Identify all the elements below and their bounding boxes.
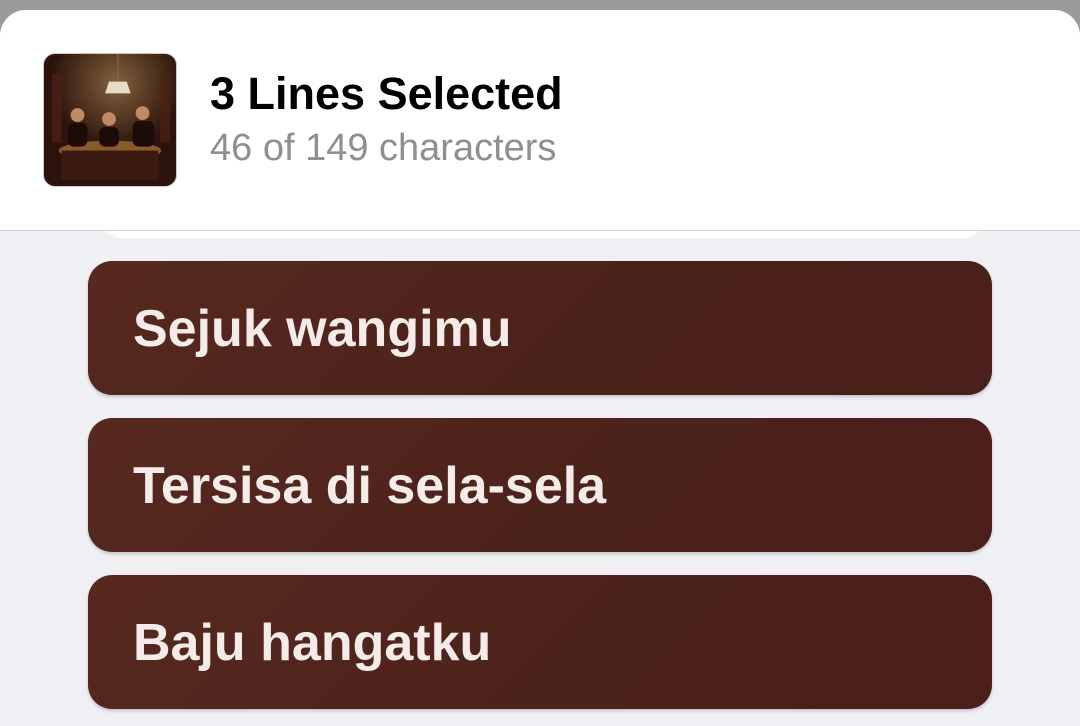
lyric-line-card[interactable]: Sejuk wangimu	[88, 261, 992, 395]
lyric-line-text: Sejuk wangimu	[133, 300, 512, 358]
lyric-line-card[interactable]: Tersisa di sela-sela	[88, 418, 992, 552]
lyric-line-text: Baju hangatku	[133, 614, 492, 672]
lyric-line-text: Tersisa di sela-sela	[133, 457, 607, 515]
character-count: 46 of 149 characters	[210, 127, 557, 169]
album-artwork-icon	[43, 53, 177, 187]
selected-lines-list: Sejuk wangimu Tersisa di sela-sela Baju …	[88, 261, 992, 726]
selection-header: 3 Lines Selected 46 of 149 characters	[0, 10, 1080, 231]
share-sheet: 3 Lines Selected 46 of 149 characters Se…	[0, 10, 1080, 726]
selection-title: 3 Lines Selected	[210, 68, 563, 119]
lyric-line-card[interactable]: Baju hangatku	[88, 575, 992, 709]
